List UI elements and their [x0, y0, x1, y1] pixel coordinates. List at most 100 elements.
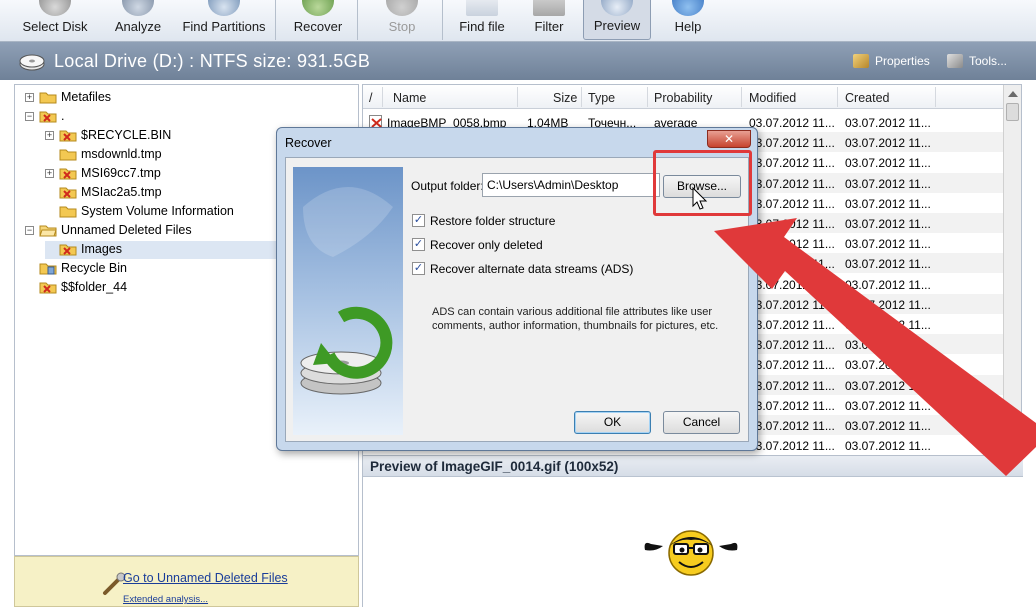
cell-created: 03.07.2012 11... [845, 378, 931, 393]
cell-created: 03.07.2012 11... [845, 338, 931, 353]
scroll-thumb[interactable] [1006, 103, 1019, 121]
column-header-modified[interactable]: Modified [749, 91, 796, 105]
checkbox-checked-icon[interactable]: ✓ [412, 238, 425, 251]
drive-info-bar: Local Drive (D:) : NTFS size: 931.5GB Pr… [0, 42, 1036, 80]
toolbar-separator [442, 0, 443, 40]
column-header-path[interactable]: / [369, 91, 372, 105]
cell-modified: 03.07.2012 11... [749, 116, 835, 130]
column-separator[interactable] [382, 87, 383, 107]
smiley-preview-image [644, 530, 738, 576]
cell-modified: 03.07.2012 11... [749, 318, 835, 332]
cell-created: 03.07.2012 11... [845, 237, 931, 252]
scroll-up-icon[interactable] [1008, 91, 1018, 97]
help-icon [672, 0, 704, 16]
recover-button[interactable]: Recover [286, 0, 350, 40]
drive-title: Local Drive (D:) : NTFS size: 931.5GB [54, 51, 371, 71]
column-separator[interactable] [935, 87, 936, 107]
select-disk-button[interactable]: Select Disk [14, 0, 96, 40]
cell-created: 03.07.2012 11... [845, 439, 931, 454]
recover-icon [302, 0, 334, 16]
folder-icon [59, 147, 77, 161]
cell-modified: 03.07.2012 11... [749, 217, 835, 231]
go-to-unnamed-deleted-files-link[interactable]: Go to Unnamed Deleted Files [123, 571, 288, 585]
cell-modified: 03.07.2012 11... [749, 257, 835, 272]
tools-button[interactable]: Tools... [947, 54, 1007, 68]
collapse-icon[interactable]: − [25, 226, 34, 235]
tip-panel: Go to Unnamed Deleted Files Extended ana… [14, 556, 359, 607]
stop-button[interactable]: Stop [372, 0, 432, 40]
expand-icon[interactable]: + [45, 169, 54, 178]
cell-created: 03.07.2012 11... [845, 398, 931, 413]
cell-created: 03.07.2012 11... [845, 318, 931, 332]
checkbox-checked-icon[interactable]: ✓ [412, 262, 425, 275]
browse-highlight-box [653, 150, 752, 216]
hard-drive-icon [19, 54, 45, 71]
column-header-size[interactable]: Size [553, 91, 577, 105]
properties-button[interactable]: Properties [853, 54, 930, 68]
cell-created: 03.07.2012 11... [845, 196, 931, 211]
toolbar-separator [357, 0, 358, 40]
filter-icon [533, 0, 565, 16]
column-separator[interactable] [741, 87, 742, 107]
partitions-icon [208, 0, 240, 16]
column-separator[interactable] [517, 87, 518, 107]
analyze-button[interactable]: Analyze [106, 0, 170, 40]
preview-title: Preview of ImageGIF_0014.gif (100x52) [370, 459, 619, 474]
cell-modified: 03.07.2012 11... [749, 277, 835, 292]
cell-created: 03.07.2012 11... [845, 277, 931, 292]
expand-icon[interactable]: + [25, 93, 34, 102]
cancel-button[interactable]: Cancel [663, 411, 740, 434]
cell-modified: 03.07.2012 11... [749, 297, 835, 312]
cell-created: 03.07.2012 11... [845, 419, 931, 433]
cell-modified: 03.07.2012 11... [749, 398, 835, 413]
cell-modified: 03.07.2012 11... [749, 196, 835, 211]
column-header-probability[interactable]: Probability [654, 91, 712, 105]
tools-icon [947, 54, 963, 68]
filter-button[interactable]: Filter [524, 0, 574, 40]
find-partitions-button[interactable]: Find Partitions [178, 0, 270, 40]
folder-deleted-icon [59, 185, 77, 199]
folder-icon [39, 90, 57, 104]
column-separator[interactable] [581, 87, 582, 107]
stop-icon [386, 0, 418, 16]
preview-pane: Preview of ImageGIF_0014.gif (100x52) [362, 456, 1023, 607]
file-list-header: / Name Size Type Probability Modified Cr… [363, 85, 1003, 109]
cell-created: 03.07.2012 11... [845, 156, 931, 171]
preview-button[interactable]: Preview [583, 0, 651, 40]
main-toolbar: Select Disk Analyze Find Partitions Reco… [0, 0, 1036, 42]
analyze-icon [122, 0, 154, 16]
preview-eye-icon [601, 0, 633, 16]
cell-created: 03.07.2012 11... [845, 257, 931, 272]
properties-icon [853, 54, 869, 68]
checkbox-checked-icon[interactable]: ✓ [412, 214, 425, 227]
expand-icon[interactable]: + [45, 131, 54, 140]
column-header-created[interactable]: Created [845, 91, 889, 105]
recycle-bin-icon [39, 261, 57, 275]
file-list-scrollbar[interactable] [1003, 85, 1021, 457]
ok-button[interactable]: OK [574, 411, 651, 434]
help-button[interactable]: Help [662, 0, 714, 40]
recover-disks-illustration [293, 167, 403, 435]
column-separator[interactable] [647, 87, 648, 107]
folder-deleted-icon [39, 280, 57, 294]
cell-created: 03.07.2012 11... [845, 358, 931, 373]
collapse-icon[interactable]: − [25, 112, 34, 121]
folder-open-icon [39, 223, 57, 237]
find-file-icon [466, 0, 498, 16]
cell-modified: 03.07.2012 11... [749, 156, 835, 171]
ads-description: ADS can contain various additional file … [432, 306, 719, 332]
column-header-name[interactable]: Name [393, 91, 426, 105]
toolbar-separator [275, 0, 276, 40]
output-folder-input[interactable] [482, 173, 660, 197]
column-header-type[interactable]: Type [588, 91, 615, 105]
cell-modified: 03.07.2012 11... [749, 176, 835, 191]
find-file-button[interactable]: Find file [452, 0, 512, 40]
extended-analysis-link[interactable]: Extended analysis... [123, 594, 208, 605]
dialog-close-button[interactable]: ✕ [707, 130, 751, 148]
folder-icon [59, 204, 77, 218]
cell-created: 03.07.2012 11... [845, 217, 931, 231]
output-folder-label: Output folder: [411, 179, 484, 193]
cell-modified: 03.07.2012 11... [749, 136, 835, 151]
column-separator[interactable] [837, 87, 838, 107]
cell-modified: 03.07.2012 11... [749, 358, 835, 373]
